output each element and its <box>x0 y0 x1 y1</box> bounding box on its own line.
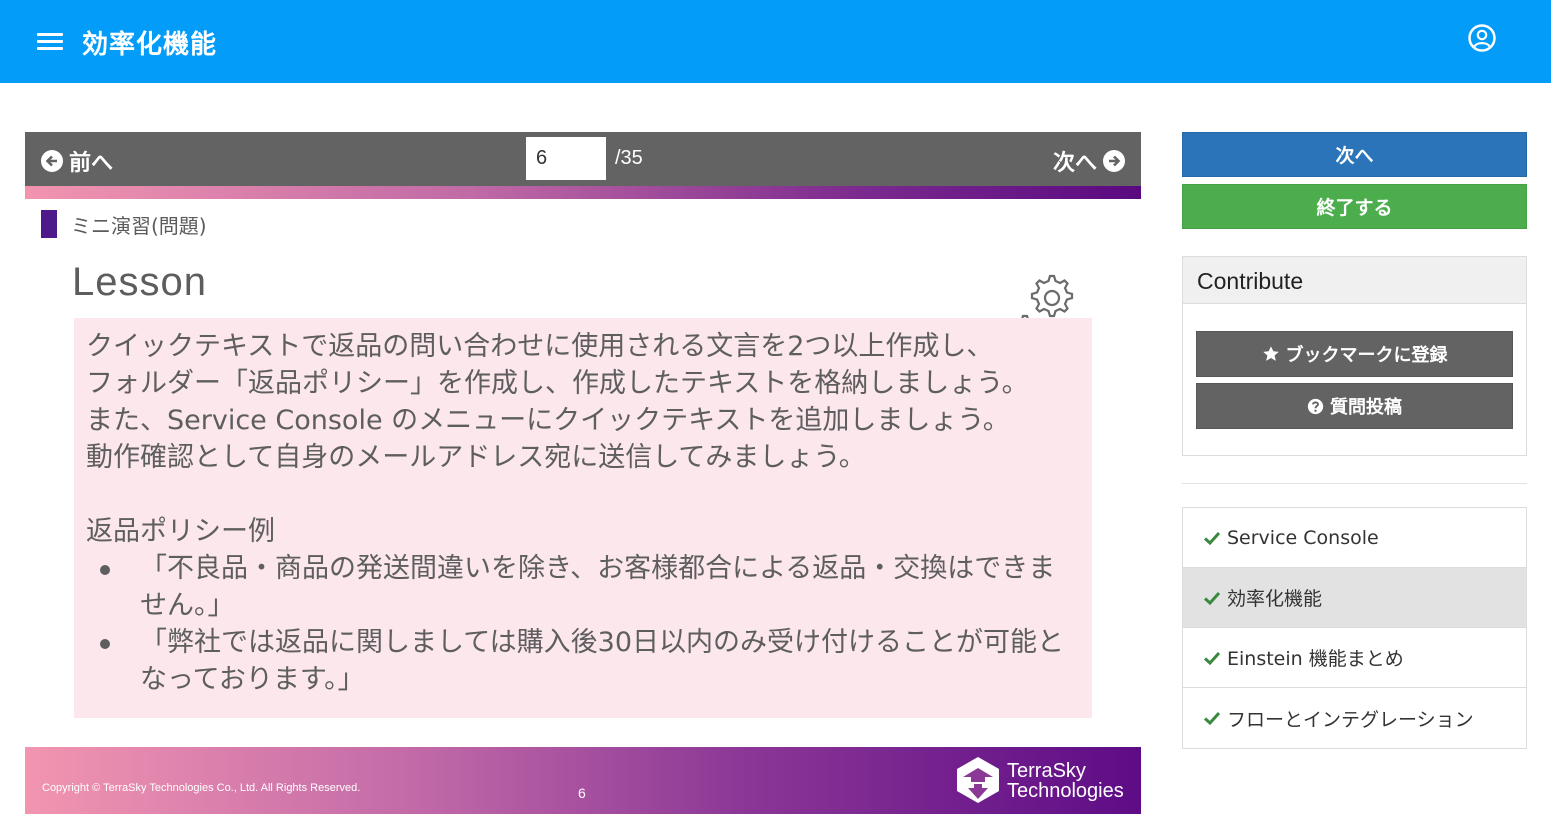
next-label: 次へ <box>1052 151 1097 176</box>
chapter-label: Service Console <box>1227 526 1379 549</box>
check-icon <box>1203 651 1221 665</box>
page-number-input[interactable] <box>526 137 606 180</box>
slide-viewer: 前へ /35 次へ ミニ演習(問題) Lesson クイックテキストで返品の問い… <box>25 132 1141 814</box>
bullet-icon <box>100 565 110 575</box>
bullet-icon <box>100 639 110 649</box>
chapter-label: Einstein 機能まとめ <box>1227 648 1404 670</box>
page-total: /35 <box>615 147 643 169</box>
slide-page-number: 6 <box>578 785 586 801</box>
lesson-title: Lesson <box>72 260 207 304</box>
sidebar-divider <box>1182 483 1527 484</box>
top-app-bar: 効率化機能 <box>0 0 1551 83</box>
exercise-line: クイックテキストで返品の問い合わせに使用される文言を2つ以上作成し、 <box>86 331 994 362</box>
page-title: 効率化機能 <box>82 30 218 60</box>
next-slide-button[interactable]: 次へ <box>1053 145 1125 177</box>
exercise-line: 動作確認として自身のメールアドレス宛に送信してみましょう。 <box>86 442 866 473</box>
bookmark-label: ブックマークに登録 <box>1285 345 1448 366</box>
question-label: 質問投稿 <box>1330 397 1402 418</box>
check-icon <box>1203 591 1221 605</box>
logo-line-2: Technologies <box>1007 780 1124 802</box>
bullet-text: 「弊社では返品に関しましては購入後30日以内のみ受け付けることが可能となっており… <box>140 627 1065 695</box>
arrow-right-circle-icon <box>1103 150 1125 172</box>
terrasky-logo: TerraSky Technologies <box>955 755 1135 807</box>
logo-text: TerraSky Technologies <box>1007 761 1124 801</box>
exercise-box: クイックテキストで返品の問い合わせに使用される文言を2つ以上作成し、 フォルダー… <box>74 318 1092 718</box>
slide-footer: Copyright © TerraSky Technologies Co., L… <box>25 747 1141 814</box>
slide-nav-bar: 前へ /35 次へ <box>25 132 1141 186</box>
chapter-label: 効率化機能 <box>1227 588 1323 610</box>
chapter-item-flow-integration[interactable]: フローとインテグレーション <box>1183 688 1526 748</box>
bullet-text: 「不良品・商品の発送間違いを除き、お客様都合による返品・交換はできません。」 <box>140 553 1056 621</box>
question-post-button[interactable]: 質問投稿 <box>1196 383 1513 429</box>
example-heading: 返品ポリシー例 <box>86 516 275 547</box>
section-label: ミニ演習(問題) <box>71 214 207 238</box>
terrasky-logo-mark-icon <box>957 757 999 803</box>
chapter-item-service-console[interactable]: Service Console <box>1183 508 1526 568</box>
bookmark-button[interactable]: ブックマークに登録 <box>1196 331 1513 377</box>
check-icon <box>1203 711 1221 726</box>
chapter-item-efficiency[interactable]: 効率化機能 <box>1183 568 1526 628</box>
arrow-left-circle-icon <box>41 150 63 172</box>
check-icon <box>1203 531 1221 545</box>
hamburger-icon[interactable] <box>37 30 63 52</box>
exercise-line: フォルダー「返品ポリシー」を作成し、作成したテキストを格納しましょう。 <box>86 368 1029 399</box>
exercise-line: また、Service Console のメニューにクイックテキストを追加しましょ… <box>86 405 1010 436</box>
finish-button[interactable]: 終了する <box>1182 184 1527 229</box>
chapter-list: Service Console 効率化機能 Einstein 機能まとめ フロー… <box>1182 507 1527 749</box>
slide-accent-bar <box>25 186 1141 199</box>
slide-content: ミニ演習(問題) Lesson クイックテキストで返品の問い合わせに使用される文… <box>25 186 1141 814</box>
star-icon <box>1262 346 1279 361</box>
section-marker <box>41 210 57 238</box>
contribute-panel: Contribute ブックマークに登録 質問投稿 <box>1182 256 1527 456</box>
user-circle-icon[interactable] <box>1467 23 1497 53</box>
list-item: 「弊社では返品に関しましては購入後30日以内のみ受け付けることが可能となっており… <box>86 624 1076 698</box>
chapter-item-einstein[interactable]: Einstein 機能まとめ <box>1183 628 1526 688</box>
logo-line-1: TerraSky <box>1007 760 1086 782</box>
question-circle-icon <box>1307 398 1324 414</box>
copyright-text: Copyright © TerraSky Technologies Co., L… <box>42 782 361 794</box>
chapter-label: フローとインテグレーション <box>1227 708 1474 731</box>
prev-label: 前へ <box>69 151 114 176</box>
next-button[interactable]: 次へ <box>1182 132 1527 177</box>
prev-slide-button[interactable]: 前へ <box>41 145 113 177</box>
list-item: 「不良品・商品の発送間違いを除き、お客様都合による返品・交換はできません。」 <box>86 550 1076 624</box>
contribute-title: Contribute <box>1183 257 1526 304</box>
